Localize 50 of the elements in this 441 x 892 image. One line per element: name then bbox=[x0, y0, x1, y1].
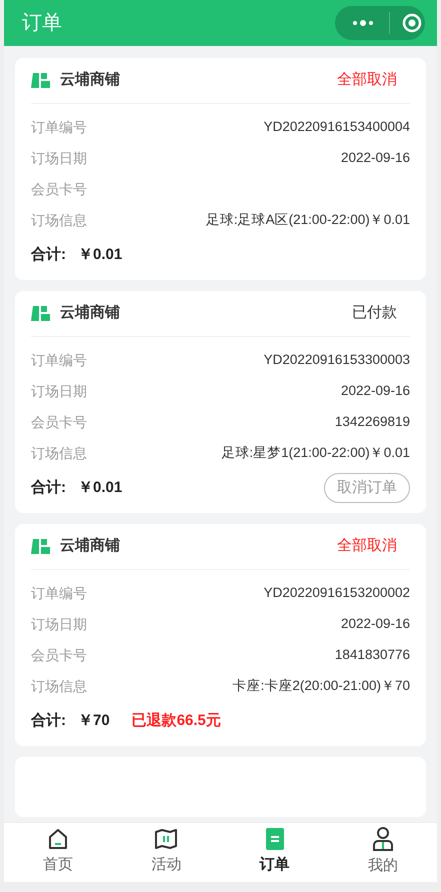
field-value: 2022-09-16 bbox=[340, 615, 410, 634]
field-label: 订场信息 bbox=[31, 677, 87, 696]
shop-logo-icon bbox=[31, 73, 50, 88]
field-value: 卡座:卡座2(20:00-21:00)￥70 bbox=[232, 677, 410, 696]
home-icon bbox=[47, 828, 70, 850]
field-value: 足球:足球A区(21:00-22:00)￥0.01 bbox=[206, 211, 410, 230]
field-label: 会员卡号 bbox=[31, 413, 87, 432]
target-icon[interactable] bbox=[402, 13, 422, 33]
shop-logo-icon bbox=[31, 306, 50, 321]
field-label: 订场日期 bbox=[31, 615, 87, 634]
field-value: YD20220916153300003 bbox=[264, 351, 410, 370]
field-value: YD20220916153400004 bbox=[264, 118, 410, 136]
field-label: 会员卡号 bbox=[31, 180, 87, 199]
field-value: 1342269819 bbox=[334, 413, 410, 432]
page-title: 订单 bbox=[22, 11, 62, 36]
field-label: 订场日期 bbox=[31, 382, 87, 401]
total-amount: ￥0.01 bbox=[78, 244, 122, 265]
map-icon bbox=[154, 828, 178, 850]
order-status: 全部取消 bbox=[337, 536, 397, 556]
refund-note: 已退款66.5元 bbox=[132, 710, 221, 731]
field-label: 订场信息 bbox=[31, 444, 87, 463]
total-amount: ￥0.01 bbox=[78, 478, 122, 498]
field-value: 1841830776 bbox=[334, 646, 410, 664]
shop-name: 云埔商铺 bbox=[60, 70, 120, 90]
field-label: 订单编号 bbox=[31, 118, 87, 137]
more-icon[interactable] bbox=[351, 19, 375, 27]
shop-logo-icon bbox=[31, 539, 50, 554]
tab-item[interactable]: 我的 bbox=[328, 823, 437, 882]
field-label: 订场日期 bbox=[31, 149, 87, 168]
order-status: 已付款 bbox=[352, 303, 397, 324]
field-value: 2022-09-16 bbox=[340, 382, 410, 400]
field-label: 会员卡号 bbox=[31, 646, 87, 665]
field-value: 足球:星梦1(21:00-22:00)￥0.01 bbox=[221, 444, 410, 462]
field-label: 订单编号 bbox=[31, 584, 87, 603]
tab-item[interactable]: 首页 bbox=[4, 823, 112, 882]
field-label: 订场信息 bbox=[31, 211, 87, 230]
total-label: 合计: bbox=[31, 244, 66, 265]
order-status: 全部取消 bbox=[337, 70, 397, 90]
total-label: 合计: bbox=[31, 710, 66, 731]
total-amount: ￥70 bbox=[78, 710, 110, 731]
user-icon bbox=[372, 827, 394, 852]
document-icon bbox=[266, 828, 284, 850]
shop-name: 云埔商铺 bbox=[60, 536, 120, 556]
field-value: YD20220916153200002 bbox=[264, 584, 410, 602]
tab-item[interactable]: 活动 bbox=[112, 823, 220, 882]
shop-name: 云埔商铺 bbox=[60, 303, 120, 324]
tab-item[interactable]: 订单 bbox=[220, 823, 329, 882]
field-value: 2022-09-16 bbox=[340, 149, 410, 168]
total-label: 合计: bbox=[31, 478, 66, 498]
field-label: 订单编号 bbox=[31, 351, 87, 370]
